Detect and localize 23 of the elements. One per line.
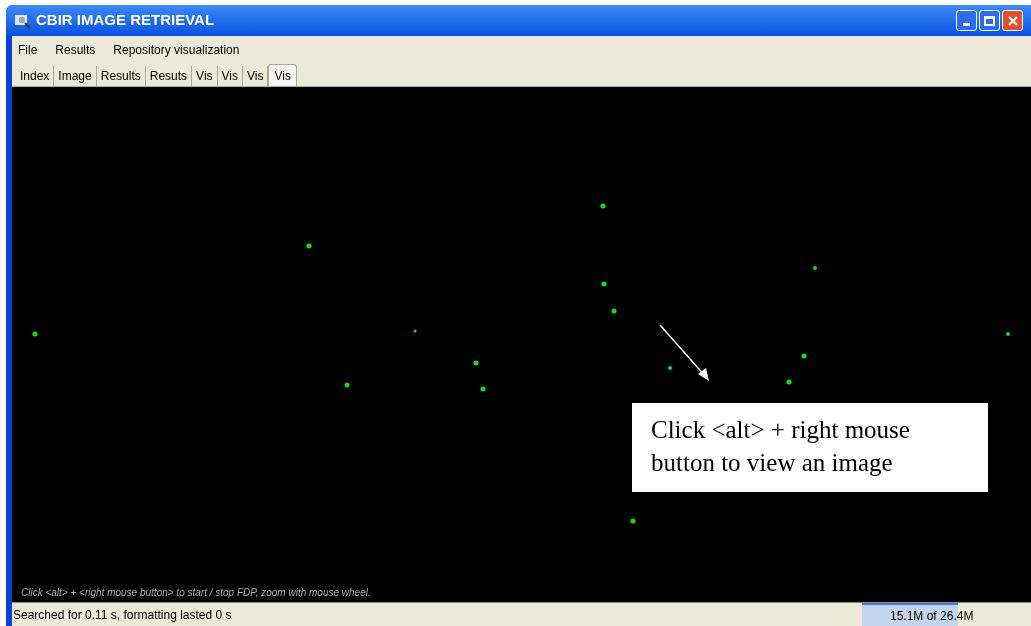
maximize-button[interactable] — [979, 10, 1000, 31]
tab[interactable]: Vis — [217, 66, 243, 86]
magnifier-icon — [14, 12, 32, 29]
minimize-icon — [963, 23, 970, 26]
maximize-icon — [984, 15, 995, 26]
menu-item[interactable]: File — [18, 40, 38, 59]
status-message: Searched for 0.11 s, formatting lasted 0 s — [12, 606, 232, 624]
arrow-icon — [659, 324, 711, 382]
close-button[interactable] — [1002, 10, 1023, 31]
close-icon — [1006, 14, 1019, 27]
menu-item[interactable]: Results — [55, 40, 96, 59]
minimize-button[interactable] — [956, 10, 977, 31]
tab[interactable]: Resuts — [145, 66, 193, 86]
tab[interactable]: Vis — [192, 66, 218, 86]
tab[interactable]: Image — [54, 66, 97, 86]
tab[interactable]: Index — [16, 66, 55, 86]
callout-text: Click <alt> + right mouse button to view an image — [632, 403, 988, 492]
tab[interactable]: Results — [96, 66, 146, 86]
hint-text: Click <alt> + <right mouse button> to start / stop FDP, zoom with mouse wheel. — [21, 586, 371, 600]
window-title: CBIR IMAGE RETRIEVAL — [36, 10, 215, 31]
menu-item[interactable]: Repository visualization — [113, 40, 240, 59]
memory-reading: 15.1M of 26.4M — [890, 608, 974, 625]
tab[interactable]: Vis — [268, 64, 297, 86]
